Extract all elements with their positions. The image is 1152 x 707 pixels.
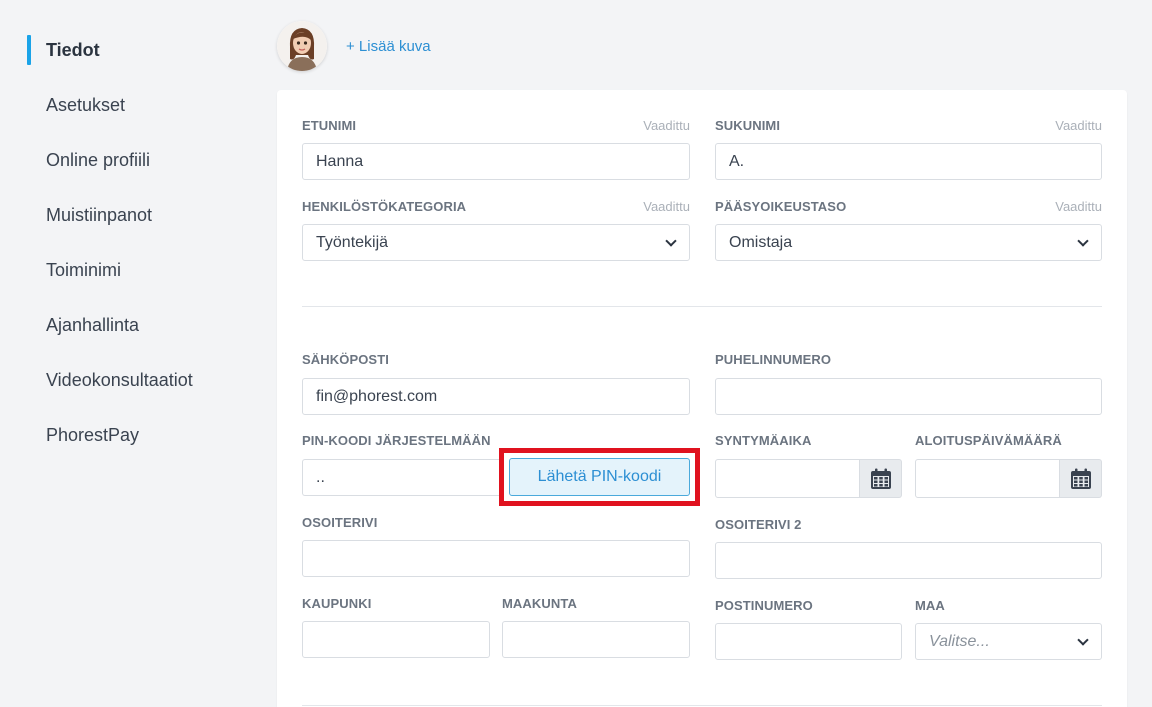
city-input[interactable] bbox=[302, 621, 490, 658]
sidebar-item-videokonsultaatiot[interactable]: Videokonsultaatiot bbox=[46, 369, 193, 391]
address2-input[interactable] bbox=[715, 542, 1102, 579]
first-name-required: Vaadittu bbox=[643, 118, 690, 133]
county-input[interactable] bbox=[502, 621, 690, 658]
pin-input[interactable]: .. bbox=[302, 459, 502, 496]
start-date-label: ALOITUSPÄIVÄMÄÄRÄ bbox=[915, 433, 1062, 448]
calendar-icon bbox=[1070, 468, 1091, 489]
last-name-label: SUKUNIMI bbox=[715, 118, 781, 133]
sidebar-item-asetukset[interactable]: Asetukset bbox=[46, 94, 125, 116]
first-name-label: ETUNIMI bbox=[302, 118, 357, 133]
start-date-calendar-button[interactable] bbox=[1060, 459, 1102, 498]
sidebar-item-ajanhallinta[interactable]: Ajanhallinta bbox=[46, 314, 139, 336]
staff-category-required: Vaadittu bbox=[643, 199, 690, 214]
access-level-select[interactable]: Omistaja bbox=[715, 224, 1102, 261]
add-photo-link[interactable]: + Lisää kuva bbox=[346, 38, 431, 55]
country-placeholder: Valitse... bbox=[929, 632, 990, 650]
sidebar-item-phorestpay[interactable]: PhorestPay bbox=[46, 424, 139, 446]
city-label: KAUPUNKI bbox=[302, 596, 372, 611]
county-label: MAAKUNTA bbox=[502, 596, 577, 611]
send-pin-button[interactable]: Lähetä PIN-koodi bbox=[509, 458, 690, 496]
address1-label: OSOITERIVI bbox=[302, 515, 378, 530]
phone-label: PUHELINNUMERO bbox=[715, 352, 832, 367]
sidebar-item-toiminimi[interactable]: Toiminimi bbox=[46, 259, 121, 281]
country-label: MAA bbox=[915, 598, 945, 613]
first-name-input[interactable]: Hanna bbox=[302, 143, 690, 180]
access-level-required: Vaadittu bbox=[1055, 199, 1102, 214]
sidebar-item-tiedot[interactable]: Tiedot bbox=[46, 39, 100, 61]
sidebar-item-online-profiili[interactable]: Online profiili bbox=[46, 149, 150, 171]
phone-input[interactable] bbox=[715, 378, 1102, 415]
sidebar-item-muistiinpanot[interactable]: Muistiinpanot bbox=[46, 204, 152, 226]
address2-label: OSOITERIVI 2 bbox=[715, 517, 802, 532]
staff-category-value: Työntekijä bbox=[316, 233, 389, 251]
section-divider bbox=[302, 306, 1102, 307]
birthday-input[interactable] bbox=[715, 459, 860, 498]
pin-label: PIN-KOODI JÄRJESTELMÄÄN bbox=[302, 433, 491, 448]
access-level-value: Omistaja bbox=[729, 233, 793, 251]
avatar-illustration-icon bbox=[277, 21, 327, 71]
active-indicator bbox=[27, 35, 31, 65]
chevron-down-icon bbox=[665, 235, 677, 247]
chevron-down-icon bbox=[1077, 235, 1089, 247]
access-level-label: PÄÄSYOIKEUSTASO bbox=[715, 199, 847, 214]
email-input[interactable]: fin@phorest.com bbox=[302, 378, 690, 415]
staff-category-label: HENKILÖSTÖKATEGORIA bbox=[302, 199, 467, 214]
sidebar: Tiedot Asetukset Online profiili Muistii… bbox=[0, 0, 270, 707]
calendar-icon bbox=[870, 468, 891, 489]
birthday-calendar-button[interactable] bbox=[860, 459, 902, 498]
postcode-label: POSTINUMERO bbox=[715, 598, 813, 613]
last-name-input[interactable]: A. bbox=[715, 143, 1102, 180]
country-select[interactable]: Valitse... bbox=[915, 623, 1102, 660]
chevron-down-icon bbox=[1077, 634, 1089, 646]
start-date-input[interactable] bbox=[915, 459, 1060, 498]
bottom-divider bbox=[302, 705, 1102, 706]
email-label: SÄHKÖPOSTI bbox=[302, 352, 389, 367]
avatar[interactable] bbox=[277, 21, 327, 71]
last-name-required: Vaadittu bbox=[1055, 118, 1102, 133]
address1-input[interactable] bbox=[302, 540, 690, 577]
staff-category-select[interactable]: Työntekijä bbox=[302, 224, 690, 261]
postcode-input[interactable] bbox=[715, 623, 902, 660]
birthday-label: SYNTYMÄAIKA bbox=[715, 433, 812, 448]
